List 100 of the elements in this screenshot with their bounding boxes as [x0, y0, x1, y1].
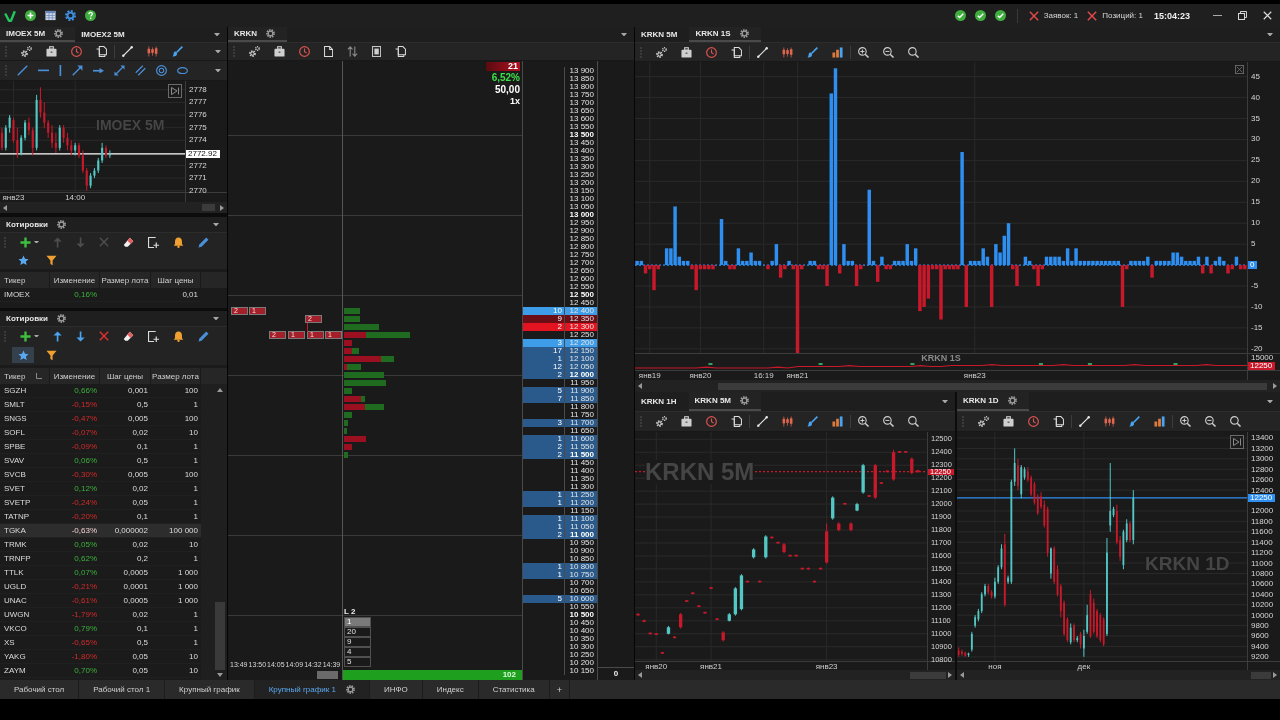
scrollbar[interactable] [957, 670, 1280, 680]
chart-tab[interactable]: IMOEX 5M [0, 27, 76, 42]
zoom-in-icon[interactable] [858, 46, 869, 58]
line-segment-icon[interactable] [17, 65, 28, 76]
briefcase-icon[interactable] [681, 416, 692, 427]
zoom-in-icon[interactable] [858, 416, 869, 427]
brush-icon[interactable] [1129, 416, 1140, 427]
line-tool-icon[interactable] [122, 46, 133, 57]
copy-icon[interactable] [731, 416, 742, 427]
briefcase-icon[interactable] [1003, 416, 1014, 427]
caret-icon[interactable] [213, 316, 219, 321]
gear-icon[interactable] [57, 314, 67, 323]
plus-circle-icon[interactable] [25, 10, 36, 21]
clock-icon[interactable] [706, 46, 717, 58]
chart-tab[interactable]: KRKN [228, 27, 288, 42]
bar-chart-icon[interactable] [832, 416, 843, 427]
arrow-right-icon[interactable] [948, 672, 952, 678]
arrow-right-icon[interactable] [220, 204, 224, 211]
filter-icon[interactable] [46, 254, 57, 266]
caret-icon[interactable] [1267, 399, 1273, 404]
caret-icon[interactable] [621, 32, 627, 37]
document-icon[interactable] [324, 46, 334, 57]
search-icon[interactable] [1230, 416, 1241, 427]
depth-option[interactable]: 1 [344, 617, 371, 627]
vertical-line-icon[interactable] [59, 65, 62, 76]
depth-option[interactable]: 5 [344, 657, 371, 667]
arrow-right-icon[interactable] [1273, 383, 1277, 389]
sort-icon[interactable] [35, 373, 42, 379]
caret-icon[interactable] [215, 49, 221, 54]
scrollbar[interactable] [635, 380, 1280, 392]
arrow-up-icon[interactable] [217, 388, 223, 392]
pencil-icon[interactable] [198, 236, 210, 248]
gear-icon[interactable] [739, 29, 749, 38]
gears-icon[interactable] [656, 46, 667, 58]
close-icon[interactable] [1263, 11, 1272, 20]
line-tool-icon[interactable] [1079, 416, 1090, 427]
briefcase-icon[interactable] [274, 46, 285, 57]
scrollbar-thumb[interactable] [718, 382, 1267, 390]
brush-icon[interactable] [807, 46, 818, 58]
scrollbar-thumb[interactable] [317, 671, 338, 679]
scrollbar[interactable] [0, 202, 227, 213]
gears-icon[interactable] [978, 416, 989, 427]
copy-icon[interactable] [1053, 416, 1064, 427]
caret-icon[interactable] [214, 32, 220, 37]
clock-icon[interactable] [706, 416, 717, 427]
caret-icon[interactable] [942, 399, 948, 404]
bell-icon[interactable] [173, 236, 185, 248]
arrow-down-icon[interactable] [76, 330, 86, 342]
cross-icon[interactable] [1028, 10, 1039, 21]
scrollbar[interactable] [635, 670, 955, 680]
logo-icon[interactable] [4, 9, 16, 22]
caret-icon[interactable] [34, 240, 39, 244]
eraser-icon[interactable] [123, 236, 135, 248]
workspace-tab[interactable]: ИНФО [369, 680, 423, 699]
chart-tab[interactable]: KRKN 5M [688, 392, 761, 411]
copy-icon[interactable] [731, 46, 742, 58]
caret-icon[interactable] [1267, 32, 1273, 37]
brush-icon[interactable] [172, 46, 183, 57]
circle-icon[interactable] [155, 65, 167, 76]
scrollbar-thumb[interactable] [202, 204, 215, 211]
caret-icon[interactable] [215, 68, 221, 73]
arrow-icon[interactable] [71, 65, 83, 76]
gear-icon[interactable] [1007, 396, 1017, 405]
clock-icon[interactable] [71, 46, 82, 57]
chart-tab[interactable]: KRKN 1S [689, 27, 761, 42]
settings-icon[interactable] [65, 10, 76, 21]
caret-icon[interactable] [34, 334, 39, 338]
arrow-up-icon[interactable] [53, 330, 63, 342]
horizontal-line-icon[interactable] [38, 69, 49, 72]
chart-tab[interactable]: KRKN 5M [635, 27, 690, 42]
clock-icon[interactable] [1028, 416, 1039, 427]
table-row[interactable]: TGKA -0,63% 0,000002 100 000 [0, 524, 201, 538]
copy-icon[interactable] [395, 46, 407, 57]
brush-icon[interactable] [807, 416, 818, 427]
add-tab-button[interactable]: + [549, 680, 570, 699]
arrow-left-icon[interactable] [3, 204, 7, 211]
arrow-down-icon[interactable] [217, 673, 223, 677]
gear-icon[interactable] [266, 29, 276, 38]
scrollbar-thumb[interactable] [910, 671, 946, 679]
gear-icon[interactable] [57, 220, 67, 229]
workspace-tab[interactable]: Рабочий стол [0, 680, 80, 699]
help-icon[interactable] [85, 10, 96, 21]
cross-icon[interactable] [99, 331, 110, 341]
gears-icon[interactable] [656, 416, 667, 427]
gear-icon[interactable] [740, 396, 749, 405]
line-tool-icon[interactable] [757, 416, 768, 427]
scrollbar-thumb[interactable] [215, 602, 225, 670]
search-icon[interactable] [908, 416, 919, 427]
workspace-tab[interactable]: Статистика [478, 680, 550, 699]
chart-tab[interactable]: IMOEX2 5M [75, 27, 137, 42]
depth-option[interactable]: 20 [344, 627, 371, 637]
table-icon[interactable] [45, 10, 56, 21]
chart-tab[interactable]: KRKN 1H [635, 392, 689, 411]
cross-icon[interactable] [1087, 10, 1098, 21]
new-window-icon[interactable] [148, 330, 160, 342]
workspace-tab[interactable]: Крупный график 1 [254, 680, 370, 699]
gear-icon[interactable] [345, 685, 355, 694]
plus-icon[interactable] [20, 236, 31, 248]
candlesticks-icon[interactable] [782, 46, 793, 58]
depth-option[interactable]: 9 [344, 637, 371, 647]
